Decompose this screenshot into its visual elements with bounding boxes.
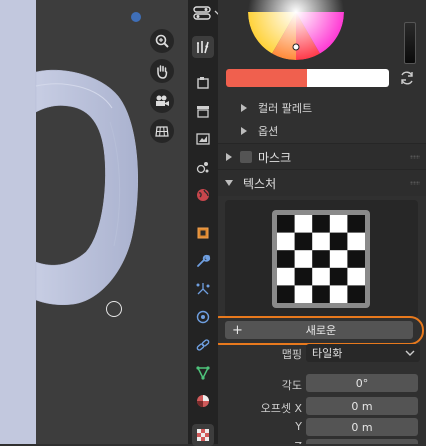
tab-constraints[interactable] bbox=[192, 334, 214, 356]
brush-color-swatch[interactable] bbox=[226, 69, 307, 87]
color-palette-label: 컬러 팔레트 bbox=[258, 102, 313, 115]
toggle-ortho-button[interactable] bbox=[150, 119, 174, 143]
camera-view-button[interactable] bbox=[150, 89, 174, 113]
options-label: 옵션 bbox=[258, 125, 279, 138]
tab-world[interactable] bbox=[192, 184, 214, 206]
drag-grip-icon[interactable] bbox=[410, 181, 420, 185]
texture-icon bbox=[197, 429, 209, 441]
mask-label: 마스크 bbox=[258, 150, 292, 165]
gizmo-dot bbox=[131, 12, 141, 22]
color-wheel-cursor bbox=[292, 43, 300, 51]
world-icon bbox=[197, 189, 209, 201]
brush-cursor-circle bbox=[106, 301, 122, 317]
tab-output[interactable] bbox=[192, 100, 214, 122]
expand-arrow-icon bbox=[241, 104, 247, 112]
swap-icon bbox=[401, 71, 413, 85]
angle-label: 각도 bbox=[281, 379, 302, 392]
tab-material[interactable] bbox=[192, 390, 214, 412]
texture-label: 텍스처 bbox=[243, 176, 277, 191]
options-subpanel[interactable]: 옵션 bbox=[218, 118, 426, 144]
object-icon bbox=[197, 227, 209, 239]
mapping-value: 타일화 bbox=[312, 347, 343, 360]
grid-icon bbox=[155, 126, 169, 137]
mask-panel-header[interactable]: 마스크 bbox=[218, 143, 426, 170]
properties-tab-bar bbox=[188, 0, 222, 446]
offset-y-label: Y bbox=[295, 420, 302, 433]
particles-icon bbox=[196, 283, 210, 295]
color-wheel[interactable] bbox=[218, 0, 426, 62]
constraints-icon bbox=[196, 339, 210, 351]
secondary-color-swatch[interactable] bbox=[307, 69, 389, 87]
properties-editor: 컬러 팔레트 옵션 마스크 텍스처 + 새로운 맵핑 타일화 각도 0° 오프셋… bbox=[188, 0, 426, 446]
value-slider[interactable] bbox=[404, 22, 416, 64]
swap-colors-button[interactable] bbox=[397, 68, 417, 88]
tab-physics[interactable] bbox=[192, 306, 214, 328]
tab-render[interactable] bbox=[192, 72, 214, 94]
mask-checkbox[interactable] bbox=[240, 151, 252, 163]
material-icon bbox=[197, 395, 209, 407]
data-icon bbox=[196, 366, 210, 380]
texture-panel-header[interactable]: 텍스처 bbox=[218, 169, 426, 196]
texture-preview-frame[interactable] bbox=[225, 200, 418, 318]
drag-grip-icon[interactable] bbox=[410, 155, 420, 159]
offset-z-field[interactable]: 0 m bbox=[306, 439, 418, 444]
angle-field[interactable]: 0° bbox=[306, 374, 418, 392]
mapping-label: 맵핑 bbox=[281, 348, 302, 361]
tool-icon bbox=[197, 41, 209, 54]
expand-arrow-icon bbox=[226, 153, 232, 161]
camera-icon bbox=[156, 95, 169, 106]
view-layer-icon bbox=[196, 133, 210, 145]
modifier-icon bbox=[197, 254, 211, 267]
zoom-icon bbox=[155, 34, 169, 48]
tab-view-layer[interactable] bbox=[192, 128, 214, 150]
properties-panel: 컬러 팔레트 옵션 마스크 텍스처 + 새로운 맵핑 타일화 각도 0° 오프셋… bbox=[218, 0, 426, 444]
tab-modifiers[interactable] bbox=[192, 250, 214, 272]
chevron-down-icon bbox=[405, 350, 415, 356]
render-icon bbox=[197, 77, 209, 89]
highlight-annotation bbox=[218, 316, 424, 345]
offset-x-field[interactable]: 0 m bbox=[306, 397, 418, 415]
output-icon bbox=[197, 106, 209, 118]
tab-particles[interactable] bbox=[192, 278, 214, 300]
properties-editor-icon bbox=[193, 6, 211, 20]
mapping-dropdown[interactable]: 타일화 bbox=[306, 344, 420, 362]
offset-x-label: 오프셋 X bbox=[260, 402, 302, 415]
tab-tool[interactable] bbox=[192, 36, 214, 58]
tab-data[interactable] bbox=[192, 362, 214, 384]
physics-icon bbox=[196, 310, 210, 324]
zoom-button[interactable] bbox=[150, 29, 174, 53]
offset-y-field[interactable]: 0 m bbox=[306, 418, 418, 436]
hand-pan-icon bbox=[157, 65, 168, 79]
collapse-arrow-icon bbox=[225, 180, 233, 186]
scene-icon bbox=[196, 162, 209, 174]
tab-texture[interactable] bbox=[192, 424, 214, 446]
offset-z-label: Z bbox=[248, 440, 302, 444]
3d-viewport[interactable] bbox=[0, 0, 188, 444]
expand-arrow-icon bbox=[241, 127, 247, 135]
pan-button[interactable] bbox=[150, 59, 174, 83]
tab-object[interactable] bbox=[192, 222, 214, 244]
texture-preview-image bbox=[272, 210, 370, 308]
tab-scene[interactable] bbox=[192, 156, 214, 178]
